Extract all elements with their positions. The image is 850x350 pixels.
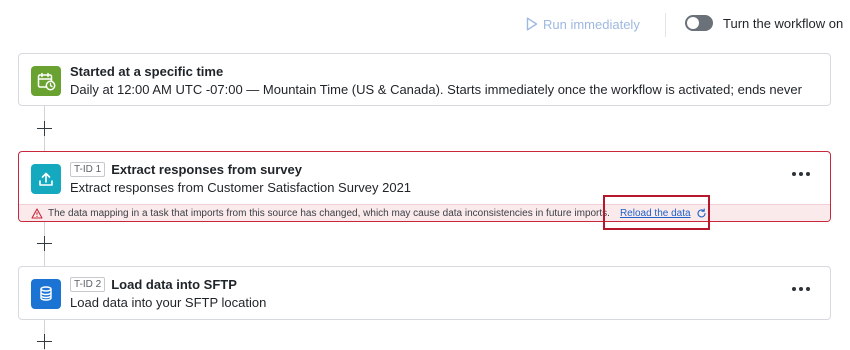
task-title-row: T-ID 1 Extract responses from survey xyxy=(70,162,302,177)
task-title-row: T-ID 2 Load data into SFTP xyxy=(70,277,237,292)
more-dot xyxy=(806,172,810,176)
play-icon xyxy=(526,17,538,31)
upload-icon xyxy=(39,172,53,186)
task-subtitle: Extract responses from Customer Satisfac… xyxy=(70,180,412,195)
workflow-toggle[interactable] xyxy=(685,15,713,31)
run-immediately-label: Run immediately xyxy=(543,16,640,32)
database-icon xyxy=(40,286,52,301)
warning-icon xyxy=(31,207,43,219)
reload-highlight-box xyxy=(603,195,710,230)
task-icon-tile xyxy=(31,279,61,309)
task-subtitle: Load data into your SFTP location xyxy=(70,295,267,310)
toolbar-divider xyxy=(665,13,666,37)
add-step-button[interactable] xyxy=(37,334,52,349)
task-title: Load data into SFTP xyxy=(111,277,237,292)
trigger-card[interactable]: Started at a specific time Daily at 12:0… xyxy=(18,53,831,106)
run-immediately-button[interactable]: Run immediately xyxy=(526,14,640,34)
toggle-knob xyxy=(687,17,699,29)
more-dot xyxy=(792,172,796,176)
task-title: Extract responses from survey xyxy=(111,162,302,177)
trigger-title: Started at a specific time xyxy=(70,64,224,79)
more-dot xyxy=(799,172,803,176)
add-step-button[interactable] xyxy=(37,121,52,136)
workflow-toggle-label: Turn the workflow on xyxy=(723,15,844,31)
warning-text: The data mapping in a task that imports … xyxy=(48,207,610,219)
task-id-badge: T-ID 2 xyxy=(70,277,106,292)
workflow-toggle-group: Turn the workflow on xyxy=(685,15,843,31)
task-card-load-sftp[interactable]: T-ID 2 Load data into SFTP Load data int… xyxy=(18,266,831,320)
more-dot xyxy=(799,287,803,291)
trigger-subtitle: Daily at 12:00 AM UTC -07:00 — Mountain … xyxy=(70,82,802,97)
more-options-button[interactable] xyxy=(792,172,810,176)
more-options-button[interactable] xyxy=(792,287,810,291)
add-step-button[interactable] xyxy=(37,236,52,251)
task-id-badge: T-ID 1 xyxy=(70,162,106,177)
trigger-title-row: Started at a specific time xyxy=(70,64,223,79)
task-icon-tile xyxy=(31,164,61,194)
more-dot xyxy=(806,287,810,291)
more-dot xyxy=(792,287,796,291)
trigger-icon-tile xyxy=(31,66,61,96)
workflow-toolbar: Run immediately Turn the workflow on xyxy=(0,0,850,48)
calendar-clock-icon xyxy=(37,72,56,91)
